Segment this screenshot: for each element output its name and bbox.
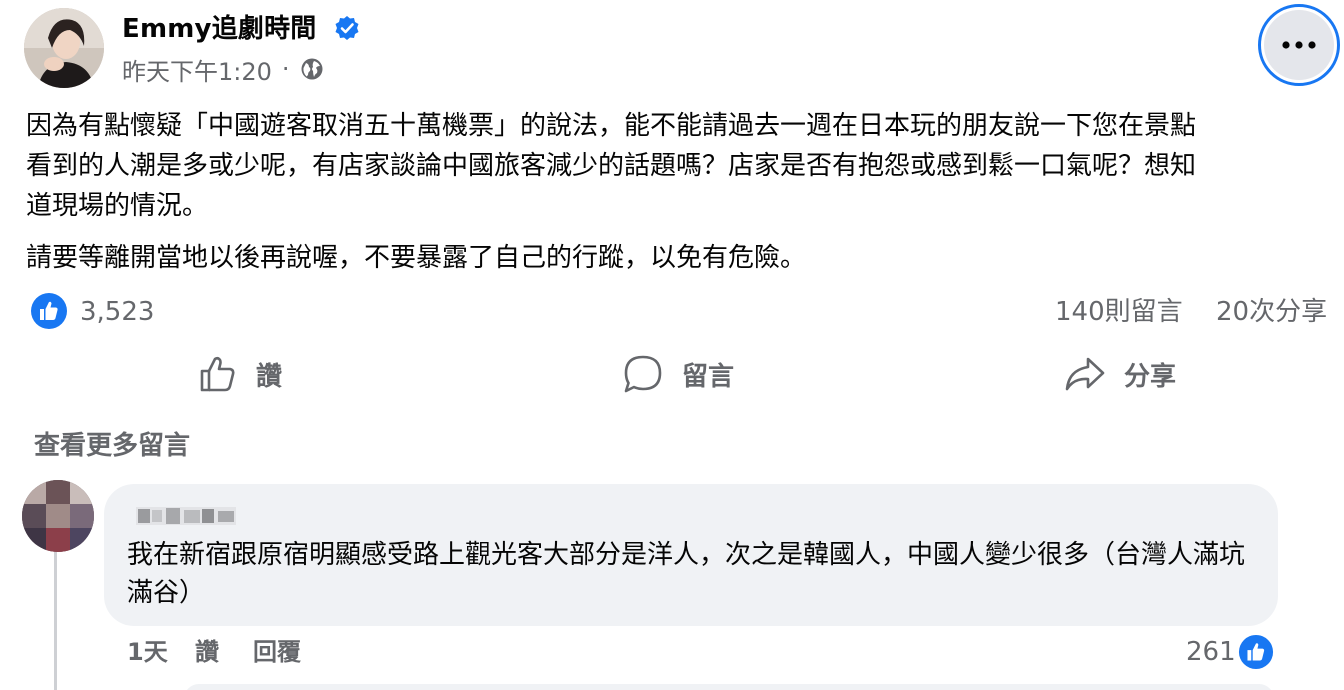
share-button-label: 分享	[1124, 361, 1177, 392]
comment-thread-line	[54, 552, 57, 690]
post-paragraph-1-line: 看到的人潮是多或少呢，有店家談論中國旅客減少的話題嗎？店家是否有抱怨或感到鬆一口…	[26, 151, 1197, 181]
comment-reaction-count: 261	[1186, 637, 1236, 667]
next-comment-bubble	[184, 684, 1274, 690]
like-button-label: 讚	[256, 361, 283, 392]
comment-reactions[interactable]: 261	[1186, 632, 1274, 672]
comment-button[interactable]: 留言	[622, 350, 734, 398]
comment-count[interactable]: 140則留言	[1055, 294, 1183, 330]
comment-reply-button[interactable]: 回覆	[253, 634, 301, 670]
globe-icon	[301, 58, 323, 80]
author-avatar[interactable]	[24, 8, 104, 88]
author-name[interactable]: Emmy追劇時間	[122, 10, 317, 48]
more-options-inner	[1264, 10, 1334, 80]
post-paragraph-1-line: 道現場的情況。	[26, 191, 209, 221]
post-body: 因為有點懷疑「中國遊客取消五十萬機票」的說法，能不能請過去一週在日本玩的朋友說一…	[26, 106, 1326, 278]
facebook-post: Emmy追劇時間 昨天下午1:20 · 因為有點懷疑「中國遊客取消五十萬機票」的…	[0, 0, 1344, 690]
comment-like-button[interactable]: 讚	[195, 634, 219, 670]
comment-button-label: 留言	[682, 361, 735, 392]
like-count[interactable]: 3,523	[80, 294, 154, 330]
thumbs-up-icon	[200, 356, 235, 392]
meta-separator: ·	[281, 55, 290, 83]
comment-time[interactable]: 1天	[127, 634, 168, 670]
post-paragraph-1: 因為有點懷疑「中國遊客取消五十萬機票」的說法，能不能請過去一週在日本玩的朋友說一…	[26, 106, 1326, 226]
share-count[interactable]: 20次分享	[1216, 294, 1327, 330]
verified-badge-icon	[335, 16, 359, 40]
like-reaction-icon[interactable]	[30, 292, 68, 330]
share-button[interactable]: 分享	[1064, 350, 1176, 398]
post-paragraph-2: 請要等離開當地以後再說喔，不要暴露了自己的行蹤，以免有危險。	[26, 243, 807, 273]
post-paragraph-1-line: 因為有點懷疑「中國遊客取消五十萬機票」的說法，能不能請過去一週在日本玩的朋友說一…	[26, 111, 1197, 141]
more-options-button[interactable]	[1258, 4, 1340, 86]
post-timestamp[interactable]: 昨天下午1:20	[122, 52, 272, 87]
post-meta: 昨天下午1:20 ·	[122, 52, 324, 86]
commenter-name-redacted[interactable]	[136, 504, 236, 528]
share-arrow-icon	[1065, 357, 1105, 391]
like-reaction-icon	[1238, 634, 1273, 670]
like-button[interactable]: 讚	[198, 350, 282, 398]
more-dots-icon	[1282, 41, 1316, 49]
view-more-comments-link[interactable]: 查看更多留言	[34, 428, 190, 464]
commenter-avatar[interactable]	[22, 480, 94, 552]
comment-text: 我在新宿跟原宿明顯感受路上觀光客大部分是洋人，次之是韓國人，中國人變少很多（台灣…	[127, 540, 1246, 608]
comment-bubble-icon	[624, 355, 662, 393]
